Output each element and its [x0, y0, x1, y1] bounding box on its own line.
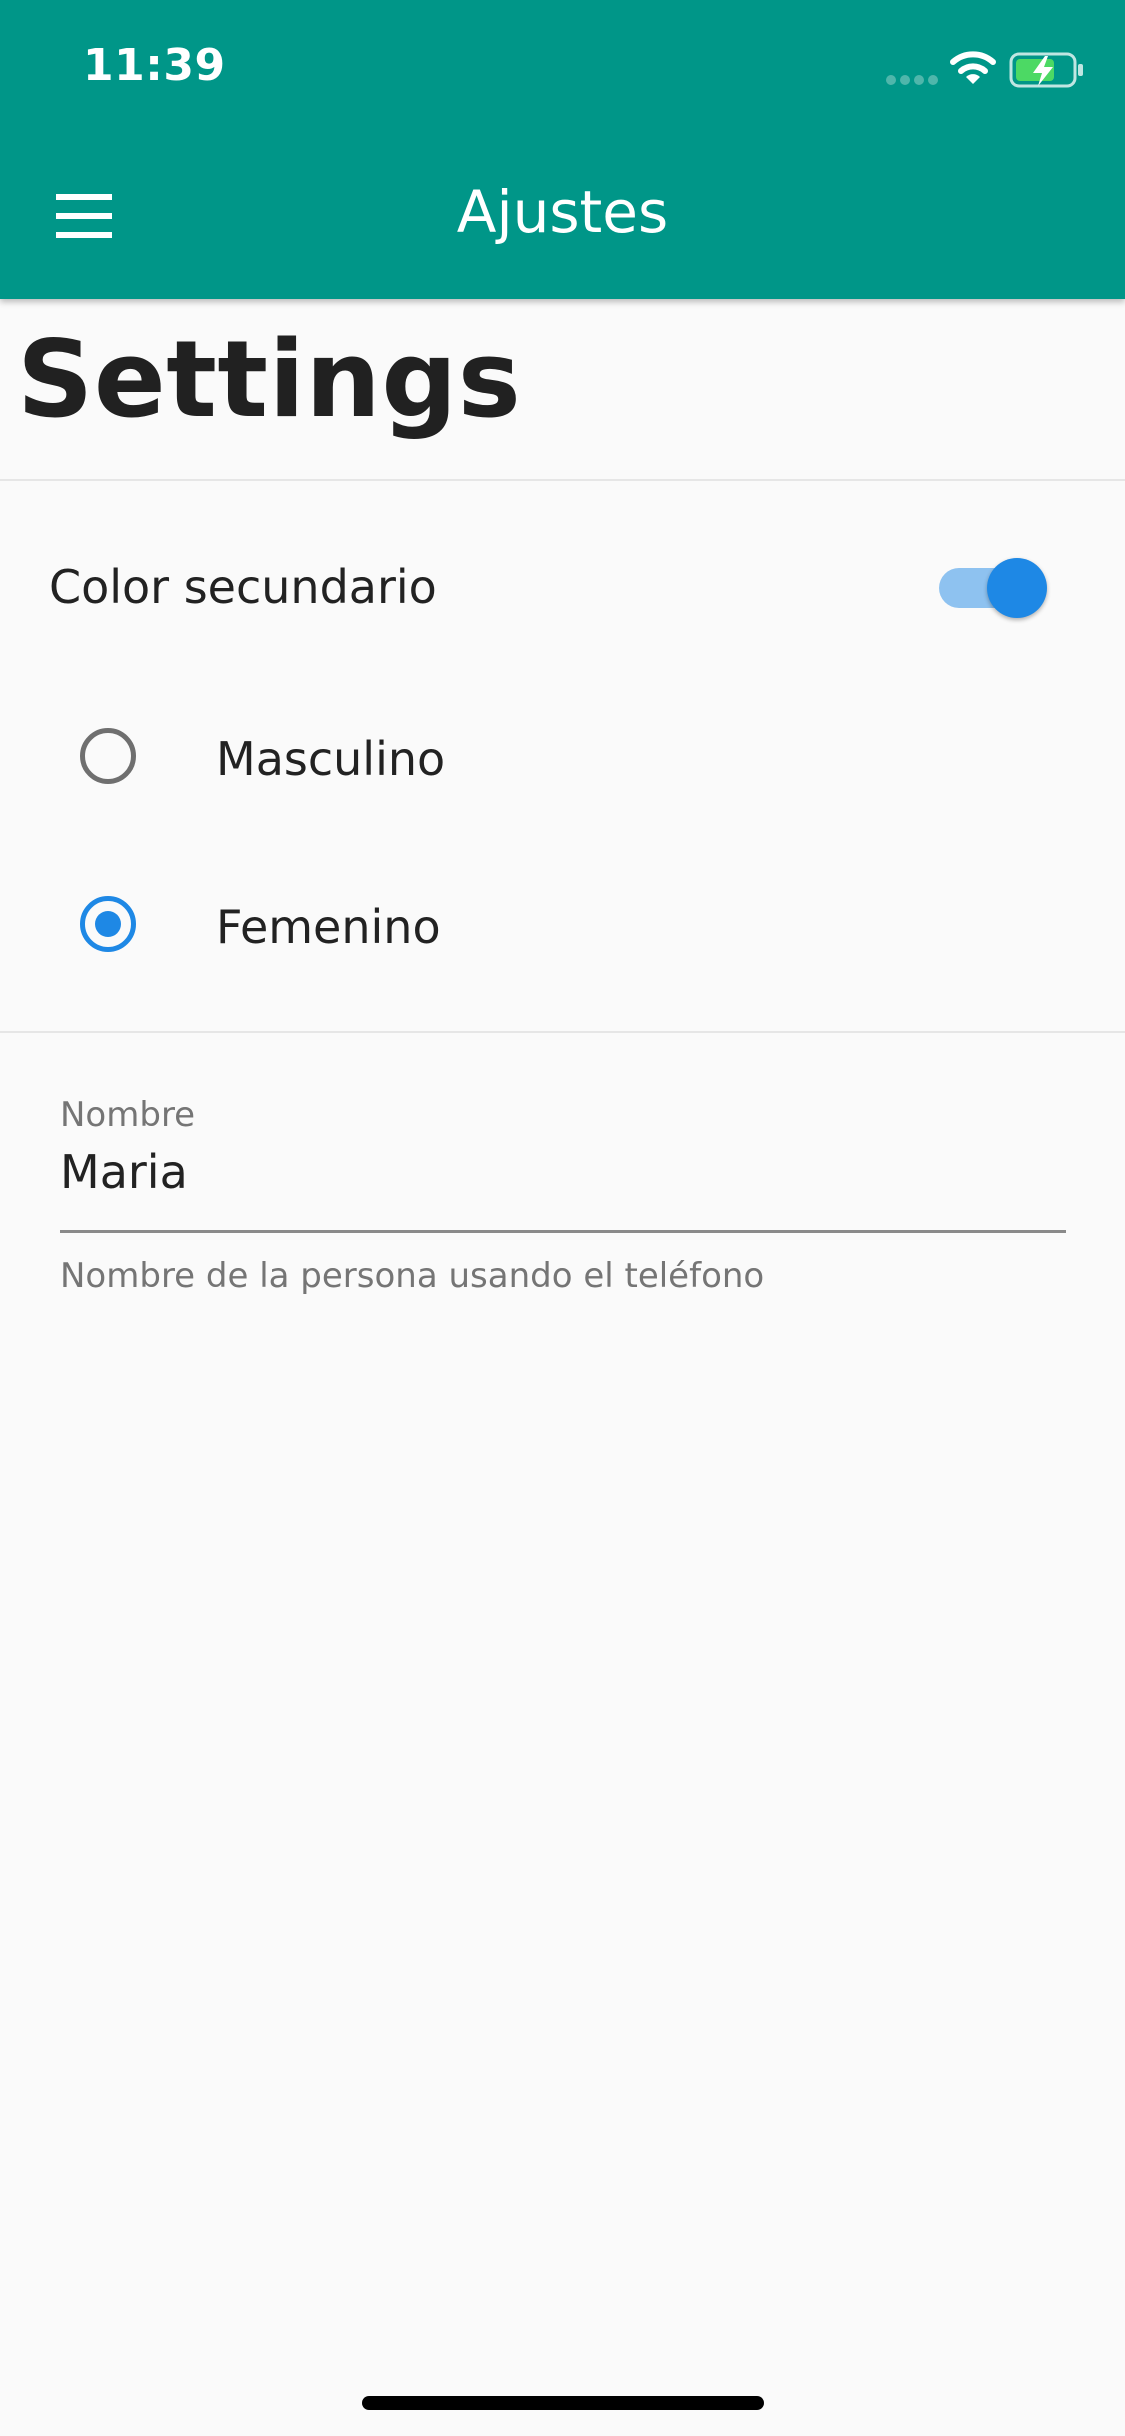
switch-thumb — [987, 558, 1047, 618]
radio-label-masculino: Masculino — [216, 732, 446, 786]
secondary-color-switch[interactable] — [937, 556, 1051, 620]
name-input[interactable] — [60, 1140, 1066, 1204]
radio-button-selected[interactable] — [80, 896, 136, 952]
secondary-color-label: Color secundario — [49, 560, 437, 614]
secondary-color-setting: Color secundario — [0, 540, 1125, 636]
app-bar-title: Ajustes — [456, 178, 669, 246]
cellular-signal-icon — [886, 75, 938, 85]
gender-option-femenino[interactable]: Femenino — [0, 864, 1125, 984]
status-time: 11:39 — [83, 40, 226, 91]
home-indicator[interactable] — [362, 2396, 764, 2410]
name-field-helper: Nombre de la persona usando el teléfono — [60, 1256, 765, 1296]
radio-button-unselected[interactable] — [80, 728, 136, 784]
name-field-underline — [60, 1230, 1066, 1233]
wifi-icon — [950, 51, 996, 84]
radio-label-femenino: Femenino — [216, 900, 441, 954]
name-field-label: Nombre — [60, 1095, 196, 1135]
divider — [0, 1031, 1125, 1033]
name-field: Nombre — [60, 1090, 1066, 1240]
battery-charging-icon — [1009, 52, 1083, 88]
radio-selected-dot — [95, 911, 121, 937]
app-bar: 11:39 Ajustes — [0, 0, 1125, 299]
gender-option-masculino[interactable]: Masculino — [0, 696, 1125, 816]
settings-screen: 11:39 Ajustes Settings Color secundario … — [0, 0, 1125, 2436]
page-title: Settings — [17, 318, 522, 441]
divider — [0, 479, 1125, 481]
